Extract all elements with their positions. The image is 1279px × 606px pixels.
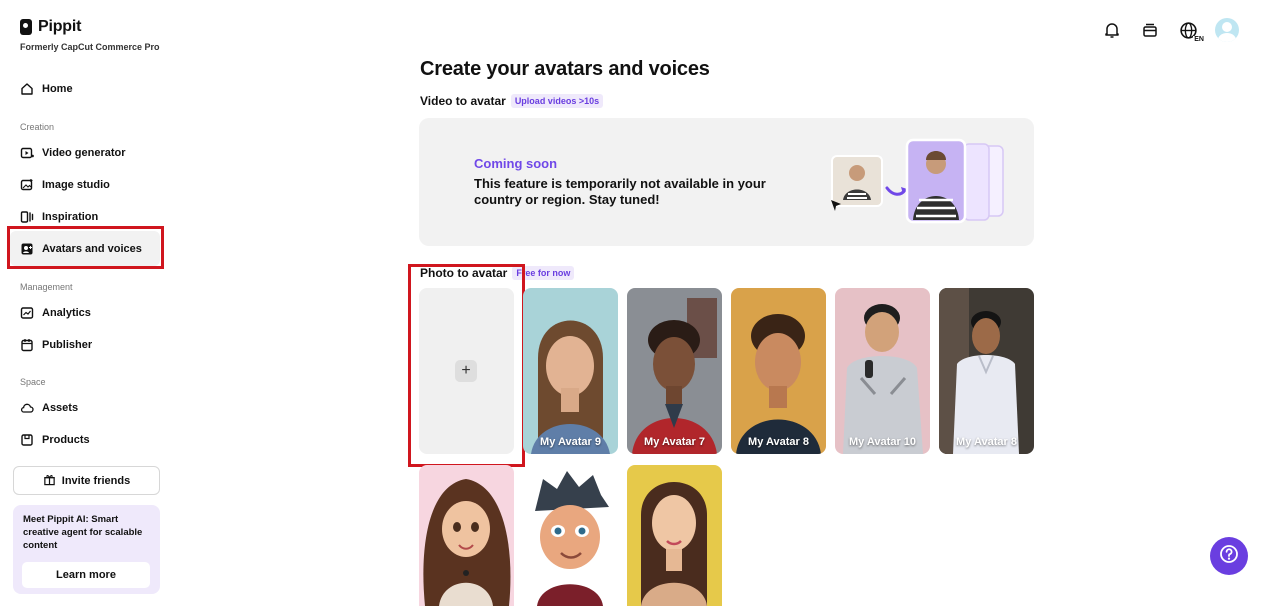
image-plus-icon — [20, 178, 34, 192]
avatar-portrait-image — [627, 288, 722, 454]
section-label-creation: Creation — [20, 122, 55, 132]
brand[interactable]: Pippit — [20, 18, 81, 36]
cloud-icon — [20, 401, 34, 415]
sidebar-item-video-generator[interactable]: Video generator — [20, 143, 126, 163]
help-icon — [1219, 544, 1239, 569]
avatar-cartoon-image — [523, 465, 618, 606]
sidebar-item-label: Publisher — [42, 339, 93, 351]
avatar-label: My Avatar 8 — [956, 436, 1017, 448]
section-label-management: Management — [20, 282, 73, 292]
avatar-cartoon-image — [419, 465, 514, 606]
learn-more-button[interactable]: Learn more — [22, 562, 150, 588]
upload-videos-tag: Upload videos >10s — [510, 94, 604, 108]
sidebar-item-image-studio[interactable]: Image studio — [20, 175, 110, 195]
invite-friends-label: Invite friends — [61, 474, 131, 487]
avatar-label: My Avatar 8 — [748, 436, 809, 448]
pippit-logo-icon — [20, 19, 32, 35]
promo-card: Meet Pippit AI: Smart creative agent for… — [13, 505, 160, 594]
coming-soon-title: Coming soon — [474, 156, 558, 171]
user-avatar[interactable] — [1215, 18, 1239, 42]
brand-subtitle: Formerly CapCut Commerce Pro — [20, 42, 160, 52]
bell-icon[interactable] — [1101, 19, 1123, 41]
sidebar-item-label: Image studio — [42, 179, 110, 191]
sidebar-item-products[interactable]: Products — [20, 430, 90, 450]
sidebar-item-home[interactable]: Home — [20, 79, 73, 99]
sidebar-item-assets[interactable]: Assets — [20, 398, 78, 418]
avatar-portrait-image — [731, 288, 826, 454]
highlight-box-sidebar — [7, 226, 164, 269]
avatar-tile[interactable]: My Avatar 8 — [939, 288, 1034, 454]
gift-icon — [43, 473, 56, 489]
card-icon[interactable] — [1139, 19, 1161, 41]
home-icon — [20, 82, 34, 96]
sidebar-item-label: Assets — [42, 402, 79, 414]
sidebar-item-label: Video generator — [42, 147, 126, 159]
highlight-box-add-avatar — [408, 264, 525, 467]
sidebar-item-label: Home — [42, 83, 73, 95]
video-to-avatar-heading: Video to avatar Upload videos >10s — [420, 94, 604, 108]
avatar-label: My Avatar 9 — [540, 436, 601, 448]
analytics-icon — [20, 306, 34, 320]
avatar-tile[interactable] — [627, 465, 722, 606]
avatar-label: My Avatar 10 — [848, 436, 917, 448]
promo-text: Meet Pippit AI: Smart creative agent for… — [23, 514, 143, 551]
avatar-tile[interactable]: My Avatar 10 — [835, 288, 930, 454]
avatar-tile[interactable]: My Avatar 9 — [523, 288, 618, 454]
language-label: EN — [1193, 36, 1205, 43]
box-icon — [20, 433, 34, 447]
sidebar-item-inspiration[interactable]: Inspiration — [20, 207, 98, 227]
avatar-portrait-image — [939, 288, 1034, 454]
inspiration-icon — [20, 210, 34, 224]
help-button[interactable] — [1210, 537, 1248, 575]
coming-soon-card: Coming soon This feature is temporarily … — [419, 118, 1034, 246]
sidebar: Pippit Formerly CapCut Commerce Pro Home… — [0, 0, 170, 606]
top-toolbar: EN — [1101, 18, 1239, 43]
sidebar-item-label: Analytics — [42, 307, 91, 319]
brand-name: Pippit — [38, 18, 82, 35]
video-to-avatar-illustration-icon — [829, 138, 1019, 228]
page-title: Create your avatars and voices — [420, 58, 710, 80]
avatar-tile[interactable] — [419, 465, 514, 606]
avatar-tile[interactable]: My Avatar 7 — [627, 288, 722, 454]
avatar-portrait-image — [523, 288, 618, 454]
video-to-avatar-label: Video to avatar — [420, 94, 506, 108]
section-label-space: Space — [20, 377, 46, 387]
invite-friends-button[interactable]: Invite friends — [13, 466, 160, 495]
sidebar-item-publisher[interactable]: Publisher — [20, 335, 92, 355]
avatar-tile[interactable] — [523, 465, 618, 606]
avatar-tile[interactable]: My Avatar 8 — [731, 288, 826, 454]
sidebar-item-label: Products — [42, 434, 90, 446]
avatar-label: My Avatar 7 — [644, 436, 705, 448]
sidebar-item-label: Inspiration — [42, 211, 99, 223]
video-plus-icon — [20, 146, 34, 160]
coming-soon-description: This feature is temporarily not availabl… — [474, 176, 766, 207]
calendar-icon — [20, 338, 34, 352]
avatar-portrait-image — [627, 465, 722, 606]
sidebar-item-analytics[interactable]: Analytics — [20, 303, 91, 323]
globe-icon[interactable]: EN — [1177, 19, 1205, 43]
avatar-portrait-image — [835, 288, 930, 454]
